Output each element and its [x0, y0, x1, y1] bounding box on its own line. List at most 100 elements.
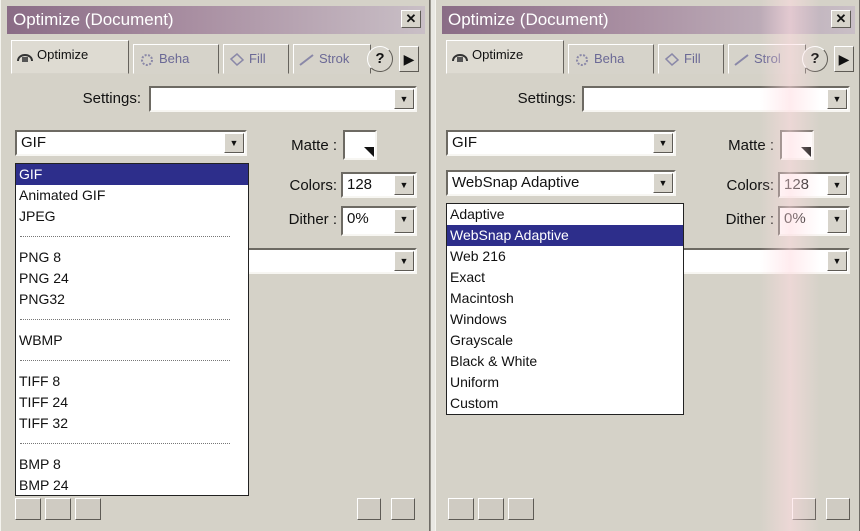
tab-behavior[interactable]: Beha: [133, 44, 219, 74]
dropdown-option[interactable]: Adaptive: [447, 204, 683, 225]
options-preset-icon[interactable]: [508, 498, 534, 520]
dropdown-option[interactable]: Animated GIF: [16, 185, 248, 206]
dropdown-option[interactable]: PNG32: [16, 289, 248, 310]
tab-fill[interactable]: Fill: [223, 44, 289, 74]
trash-icon[interactable]: [391, 498, 415, 520]
dropdown-option[interactable]: TIFF 8: [16, 371, 248, 392]
close-icon[interactable]: ✕: [831, 10, 851, 28]
chevron-down-icon[interactable]: ▼: [394, 175, 414, 195]
dropdown-option[interactable]: Macintosh: [447, 288, 683, 309]
chevron-down-icon[interactable]: ▼: [827, 209, 847, 233]
dropdown-option[interactable]: Black & White: [447, 351, 683, 372]
dither-input[interactable]: 0% ▼: [341, 206, 417, 236]
dither-value: 0%: [784, 210, 806, 227]
format-select[interactable]: GIF ▼: [446, 130, 676, 156]
matte-color-swatch[interactable]: [780, 130, 814, 160]
settings-label: Settings:: [517, 90, 576, 107]
trash-icon[interactable]: [826, 498, 850, 520]
paint-bucket-icon: [664, 52, 680, 66]
dropdown-option[interactable]: Windows: [447, 309, 683, 330]
help-icon[interactable]: ?: [367, 46, 393, 72]
chevron-down-icon[interactable]: ▼: [394, 89, 414, 109]
edit-preset-icon[interactable]: [478, 498, 504, 520]
menu-separator: [16, 227, 248, 247]
dither-value: 0%: [347, 210, 369, 227]
chevron-down-icon[interactable]: ▼: [827, 175, 847, 195]
format-select[interactable]: GIF ▼: [15, 130, 247, 156]
transparency-select[interactable]: ▼: [682, 248, 850, 274]
dropdown-option[interactable]: TIFF 24: [16, 392, 248, 413]
tab-behavior[interactable]: Beha: [568, 44, 654, 74]
optimize-icon: [452, 53, 468, 62]
matte-label: Matte :: [728, 137, 774, 154]
tab-label: Strol: [754, 51, 781, 66]
options-preset-icon[interactable]: [75, 498, 101, 520]
pencil-icon: [734, 53, 749, 66]
palette-select[interactable]: WebSnap Adaptive ▼: [446, 170, 676, 196]
add-preset-icon[interactable]: [15, 498, 41, 520]
settings-label: Settings:: [82, 90, 141, 107]
tab-label: Optimize: [37, 47, 89, 62]
floppy-disk-icon[interactable]: [357, 498, 381, 520]
add-preset-icon[interactable]: [448, 498, 474, 520]
chevron-down-icon[interactable]: ▼: [394, 209, 414, 233]
menu-separator: [16, 434, 248, 454]
palette-dropdown-list[interactable]: Adaptive WebSnap Adaptive Web 216 Exact Maci…: [446, 203, 684, 415]
optimize-icon: [17, 53, 33, 62]
colors-value: 128: [784, 176, 810, 193]
edit-preset-icon[interactable]: [45, 498, 71, 520]
dropdown-option[interactable]: WebSnap Adaptive: [447, 225, 683, 246]
dropdown-option[interactable]: WBMP: [16, 330, 248, 351]
dropdown-option[interactable]: Custom: [447, 393, 683, 414]
chevron-down-icon[interactable]: ▼: [224, 133, 244, 153]
chevron-down-icon[interactable]: ▼: [653, 133, 673, 153]
dropdown-option[interactable]: BMP 24: [16, 475, 248, 496]
tab-stroke[interactable]: Strok: [293, 44, 371, 74]
format-value: GIF: [21, 134, 46, 151]
window-title: Optimize (Document): [13, 10, 174, 29]
tab-label: Strok: [319, 51, 350, 66]
floppy-disk-icon[interactable]: [792, 498, 816, 520]
format-value: GIF: [452, 134, 477, 151]
dropdown-option[interactable]: Uniform: [447, 372, 683, 393]
matte-color-swatch[interactable]: [343, 130, 377, 160]
dither-input[interactable]: 0% ▼: [778, 206, 850, 236]
dropdown-option[interactable]: PNG 24: [16, 268, 248, 289]
dropdown-option[interactable]: Grayscale: [447, 330, 683, 351]
chevron-down-icon[interactable]: ▼: [653, 173, 673, 193]
dropdown-option[interactable]: Exact: [447, 267, 683, 288]
dropdown-option[interactable]: TIFF 32: [16, 413, 248, 434]
triangle-right-icon[interactable]: ▶: [399, 46, 419, 72]
tab-label: Beha: [159, 51, 190, 66]
colors-label: Colors:: [726, 177, 774, 194]
tab-label: Optimize: [472, 47, 524, 62]
chevron-down-icon[interactable]: ▼: [394, 251, 414, 271]
dropdown-option[interactable]: BMP 8: [16, 454, 248, 475]
dropdown-option[interactable]: JPEG: [16, 206, 248, 227]
pencil-icon: [299, 53, 314, 66]
format-dropdown-list[interactable]: GIF Animated GIF JPEG PNG 8 PNG 24 PNG32 WBMP T…: [15, 163, 249, 496]
palette-value: WebSnap Adaptive: [452, 174, 580, 191]
chevron-down-icon[interactable]: ▼: [827, 251, 847, 271]
title-bar[interactable]: Optimize (Document) ✕: [7, 6, 425, 34]
title-bar[interactable]: Optimize (Document) ✕: [442, 6, 855, 34]
help-icon[interactable]: ?: [802, 46, 828, 72]
dither-label: Dither :: [725, 211, 774, 228]
tab-stroke[interactable]: Strol: [728, 44, 806, 74]
chevron-down-icon[interactable]: ▼: [827, 89, 847, 109]
colors-select[interactable]: 128 ▼: [778, 172, 850, 198]
tab-fill[interactable]: Fill: [658, 44, 724, 74]
close-icon[interactable]: ✕: [401, 10, 421, 28]
optimize-panel-left: Optimize (Document) ✕ Optimize Beha Fill…: [0, 0, 430, 531]
settings-select[interactable]: ▼: [582, 86, 850, 112]
tab-optimize[interactable]: Optimize: [11, 40, 129, 74]
colors-select[interactable]: 128 ▼: [341, 172, 417, 198]
optimize-panel-right: Optimize (Document) ✕ Optimize Beha Fill…: [435, 0, 860, 531]
dropdown-option[interactable]: Web 216: [447, 246, 683, 267]
settings-select[interactable]: ▼: [149, 86, 417, 112]
tab-optimize[interactable]: Optimize: [446, 40, 564, 74]
triangle-right-icon[interactable]: ▶: [834, 46, 854, 72]
transparency-select[interactable]: ▼: [247, 248, 417, 274]
dropdown-option[interactable]: PNG 8: [16, 247, 248, 268]
dropdown-option[interactable]: GIF: [16, 164, 248, 185]
